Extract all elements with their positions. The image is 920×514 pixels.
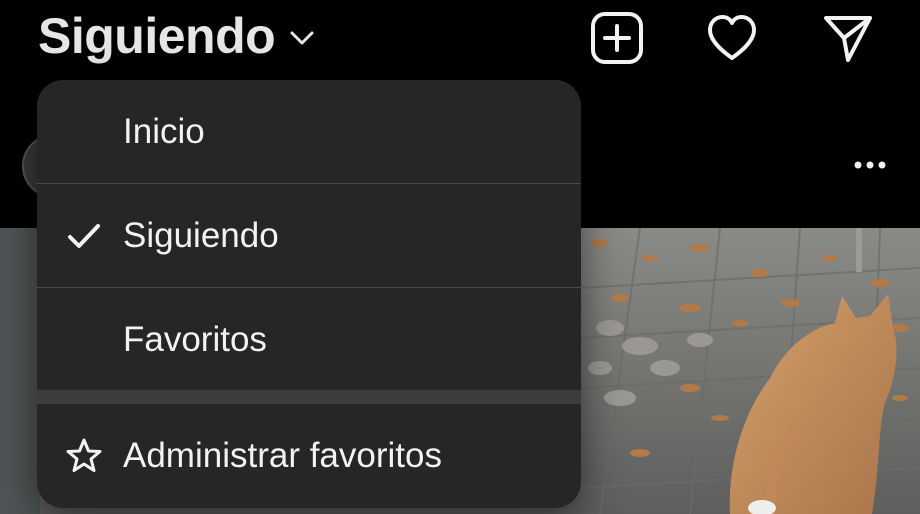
menu-item-siguiendo[interactable]: Siguiendo <box>37 184 581 287</box>
checkmark-icon <box>68 223 100 248</box>
top-bar: Siguiendo <box>0 0 920 80</box>
menu-item-favoritos[interactable]: Favoritos <box>37 288 581 391</box>
feed-screen: Siguiendo Inicio Siguiendo Favoritos Adm… <box>0 0 920 514</box>
feed-title: Siguiendo <box>38 8 276 64</box>
menu-item-administrar-favoritos[interactable]: Administrar favoritos <box>37 404 581 507</box>
feed-switcher-menu: Inicio Siguiendo Favoritos Administrar f… <box>37 80 581 508</box>
direct-messages-button[interactable] <box>820 10 876 66</box>
notifications-button[interactable] <box>704 10 760 66</box>
star-icon <box>66 438 102 472</box>
menu-item-label: Inicio <box>123 111 205 151</box>
menu-section-gap <box>37 390 581 404</box>
menu-item-label: Favoritos <box>123 319 267 359</box>
new-post-icon <box>591 12 643 64</box>
new-post-button[interactable] <box>589 10 645 66</box>
more-options-button[interactable] <box>850 150 890 180</box>
menu-item-label: Siguiendo <box>123 215 279 255</box>
menu-item-label: Administrar favoritos <box>123 435 442 475</box>
menu-item-inicio[interactable]: Inicio <box>37 80 581 183</box>
feed-selector[interactable]: Siguiendo <box>38 6 315 66</box>
direct-message-icon <box>824 16 872 62</box>
more-options-icon <box>854 161 886 169</box>
heart-icon <box>708 15 756 60</box>
chevron-down-icon <box>290 31 314 45</box>
